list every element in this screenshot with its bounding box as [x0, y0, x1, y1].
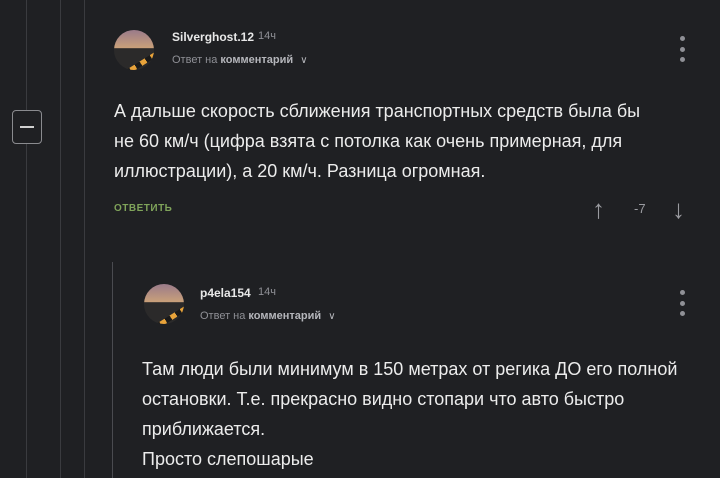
timestamp: 14ч [258, 286, 276, 298]
username[interactable]: p4ela154 [200, 286, 251, 300]
comment-text-line: приближается. [142, 419, 266, 439]
reply-to-link[interactable]: Ответ на комментарий ∨ [172, 54, 308, 66]
timestamp: 14ч [258, 30, 276, 42]
reply-button[interactable]: ОТВЕТИТЬ [114, 203, 172, 214]
downvote-icon[interactable]: ↓ [672, 196, 685, 222]
comment-text-line: Просто слепошарые [142, 449, 314, 469]
chevron-down-icon: ∨ [328, 311, 336, 322]
reply-prefix: Ответ на [200, 310, 246, 322]
reply-target: комментарий [220, 54, 294, 66]
avatar[interactable] [144, 284, 184, 324]
upvote-icon[interactable]: ↑ [592, 196, 605, 222]
comment-text-line: иллюстрации), а 20 км/ч. Разница огромна… [114, 161, 486, 181]
comment-text-line: Там люди были минимум в 150 метрах от ре… [142, 359, 678, 379]
reply-to-link[interactable]: Ответ на комментарий ∨ [200, 310, 336, 322]
comment: Silverghost.12 14ч Ответ на комментарий … [0, 0, 720, 240]
comment-text-line: не 60 км/ч (цифра взята с потолка как оч… [114, 131, 623, 151]
ribbon-icon [119, 42, 154, 70]
username[interactable]: Silverghost.12 [172, 30, 254, 44]
comment-text-line: остановки. Т.е. прекрасно видно стопари … [142, 389, 625, 409]
reply-prefix: Ответ на [172, 54, 218, 66]
reply-target: комментарий [248, 310, 322, 322]
comment-text-line: А дальше скорость сближения транспортных… [114, 101, 641, 121]
ribbon-icon [149, 296, 184, 324]
comment: p4ela154 14ч Ответ на комментарий ∨ Там … [0, 262, 720, 478]
more-options-icon[interactable] [678, 290, 686, 316]
comment-text: Там люди были минимум в 150 метрах от ре… [142, 354, 712, 474]
comment-text: А дальше скорость сближения транспортных… [114, 96, 694, 186]
more-options-icon[interactable] [678, 36, 686, 62]
rating-value: -7 [634, 201, 646, 216]
avatar[interactable] [114, 30, 154, 70]
chevron-down-icon: ∨ [300, 55, 308, 66]
